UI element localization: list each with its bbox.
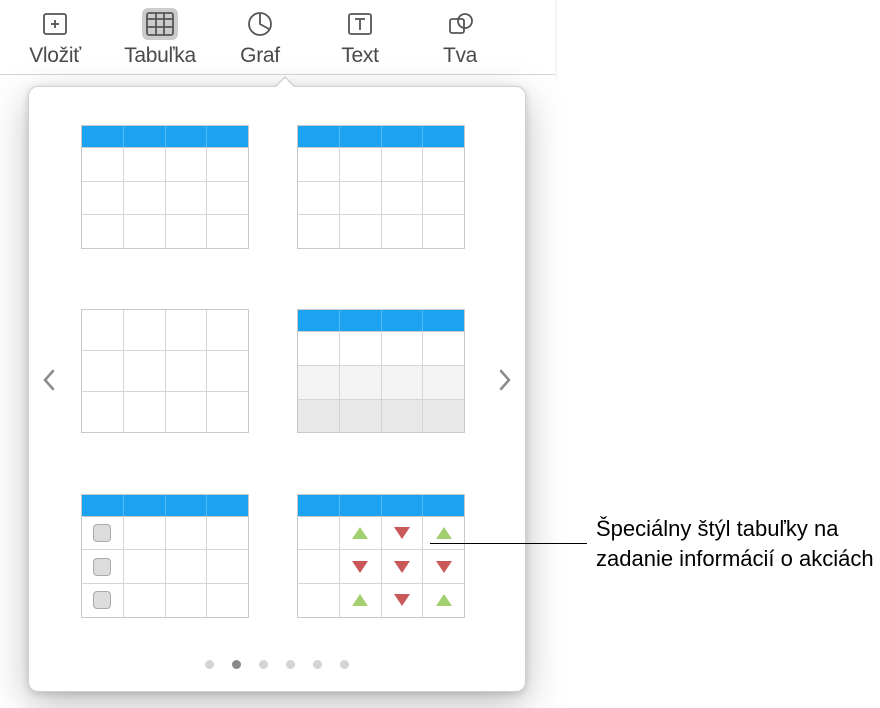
table-style-3[interactable] <box>81 309 249 433</box>
toolbar-item-chart[interactable]: Graf <box>210 8 310 68</box>
page-dot[interactable] <box>232 660 241 669</box>
page-dot[interactable] <box>340 660 349 669</box>
table-style-5[interactable] <box>81 494 249 618</box>
toolbar-item-label: Vložiť <box>29 44 81 68</box>
stock-down-icon <box>436 561 452 573</box>
page-dot[interactable] <box>313 660 322 669</box>
stock-up-icon <box>436 527 452 539</box>
insert-icon <box>37 8 73 40</box>
stock-down-icon <box>352 561 368 573</box>
stock-up-icon <box>436 594 452 606</box>
checkbox-icon <box>93 524 111 542</box>
stock-up-icon <box>352 527 368 539</box>
page-dot[interactable] <box>205 660 214 669</box>
checkbox-icon <box>93 591 111 609</box>
table-style-4[interactable] <box>297 309 465 433</box>
chart-icon <box>242 8 278 40</box>
next-page-button[interactable] <box>493 368 517 392</box>
toolbar-item-text[interactable]: Text <box>310 8 410 68</box>
page-dot[interactable] <box>286 660 295 669</box>
checkbox-icon <box>93 558 111 576</box>
table-icon <box>142 8 178 40</box>
prev-page-button[interactable] <box>37 368 61 392</box>
stock-down-icon <box>394 594 410 606</box>
stock-down-icon <box>394 561 410 573</box>
toolbar-item-label: Graf <box>240 44 280 68</box>
table-style-stocks[interactable] <box>297 494 465 618</box>
stock-down-icon <box>394 527 410 539</box>
table-style-1[interactable] <box>81 125 249 249</box>
table-style-2[interactable] <box>297 125 465 249</box>
text-icon <box>342 8 378 40</box>
stock-up-icon <box>352 594 368 606</box>
toolbar-item-table[interactable]: Tabuľka <box>110 8 210 68</box>
toolbar-item-label: Tabuľka <box>124 44 196 68</box>
toolbar-item-shape[interactable]: Tva <box>410 8 510 68</box>
shape-icon <box>442 8 478 40</box>
toolbar-item-label: Text <box>341 44 378 68</box>
table-style-grid <box>61 117 493 642</box>
toolbar: Vložiť Tabuľka Graf <box>0 0 555 75</box>
page-indicator[interactable] <box>29 642 525 691</box>
callout-text: Špeciálny štýl tabuľky na zadanie inform… <box>596 514 876 573</box>
toolbar-item-insert[interactable]: Vložiť <box>0 8 110 68</box>
popover-arrow <box>275 77 295 87</box>
page-dot[interactable] <box>259 660 268 669</box>
callout-leader-line <box>430 543 587 544</box>
table-styles-popover <box>28 86 526 692</box>
toolbar-item-label: Tva <box>443 44 477 68</box>
